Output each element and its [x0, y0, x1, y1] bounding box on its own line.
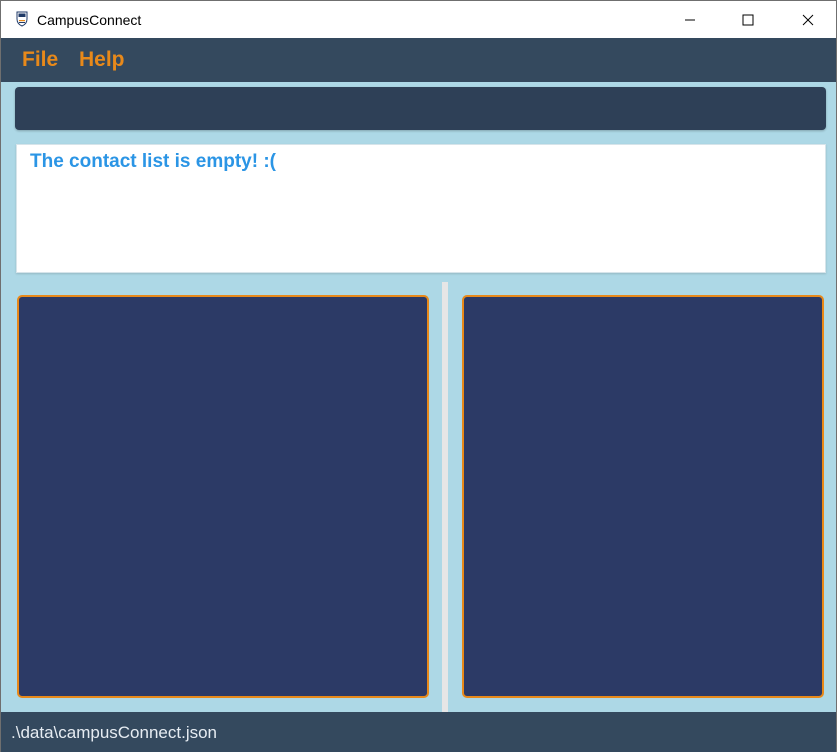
nus-logo-icon [16, 11, 28, 27]
close-icon [802, 14, 814, 25]
result-display: The contact list is empty! :( [16, 144, 826, 273]
title-bar[interactable]: CampusConnect [1, 1, 836, 38]
command-box [15, 87, 826, 130]
status-bar: .\data\campusConnect.json [1, 712, 836, 752]
close-button[interactable] [785, 1, 831, 38]
menu-bar: File Help [1, 38, 836, 82]
maximize-icon [742, 14, 754, 25]
detail-panel[interactable] [462, 295, 824, 698]
contact-list-panel[interactable] [17, 295, 429, 698]
window-title: CampusConnect [37, 12, 142, 28]
save-file-path: .\data\campusConnect.json [11, 723, 218, 742]
menu-help[interactable]: Help [79, 48, 125, 72]
app-window: CampusConnect File Help The contact list… [0, 0, 837, 752]
split-pane-divider[interactable] [442, 282, 448, 712]
maximize-button[interactable] [725, 1, 771, 38]
minimize-icon [685, 19, 695, 20]
minimize-button[interactable] [667, 1, 713, 38]
command-input[interactable] [15, 87, 826, 130]
result-message: The contact list is empty! :( [30, 151, 276, 172]
menu-file[interactable]: File [22, 48, 58, 72]
